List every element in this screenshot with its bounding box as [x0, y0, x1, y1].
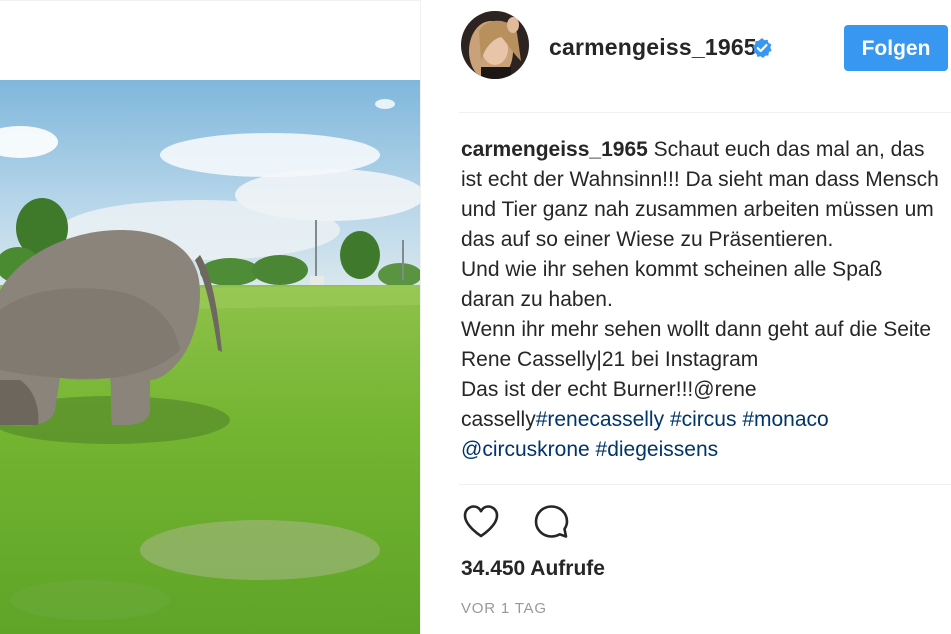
caption-text-2: Und wie ihr sehen kommt scheinen alle Sp…	[461, 258, 883, 311]
hashtag-link[interactable]: #monaco	[742, 408, 828, 431]
post-username[interactable]: carmengeiss_1965	[549, 34, 757, 61]
view-count[interactable]: 34.450 Aufrufe	[461, 557, 605, 581]
hashtag-link[interactable]: #diegeissens	[596, 438, 719, 461]
media-top-border	[0, 0, 420, 1]
post-header: carmengeiss_1965 Folgen	[421, 0, 951, 100]
follow-button[interactable]: Folgen	[844, 25, 948, 71]
post-video[interactable]	[0, 80, 420, 634]
avatar[interactable]	[461, 11, 529, 79]
hashtag-link[interactable]: #circus	[670, 408, 737, 431]
caption-username[interactable]: carmengeiss_1965	[461, 138, 648, 161]
verified-badge-icon	[752, 38, 772, 58]
post-media-pane	[0, 0, 421, 634]
comment-icon[interactable]	[531, 502, 571, 542]
header-divider	[459, 112, 951, 113]
instagram-post-view: carmengeiss_1965 Folgen carmengeiss_1965…	[0, 0, 951, 634]
post-timestamp[interactable]: VOR 1 TAG	[461, 600, 547, 617]
actions-divider	[459, 484, 951, 485]
post-caption: carmengeiss_1965 Schaut euch das mal an,…	[461, 135, 941, 465]
hashtag-link[interactable]: #renecasselly	[536, 408, 664, 431]
heart-icon[interactable]	[461, 502, 501, 542]
elephant-field-photo	[0, 80, 420, 634]
avatar-image	[461, 11, 529, 79]
mention-link[interactable]: @circuskrone	[461, 438, 590, 461]
caption-area: carmengeiss_1965 Schaut euch das mal an,…	[461, 135, 941, 485]
post-info-pane: carmengeiss_1965 Folgen carmengeiss_1965…	[421, 0, 951, 634]
caption-text-3: Wenn ihr mehr sehen wollt dann geht auf …	[461, 318, 932, 371]
